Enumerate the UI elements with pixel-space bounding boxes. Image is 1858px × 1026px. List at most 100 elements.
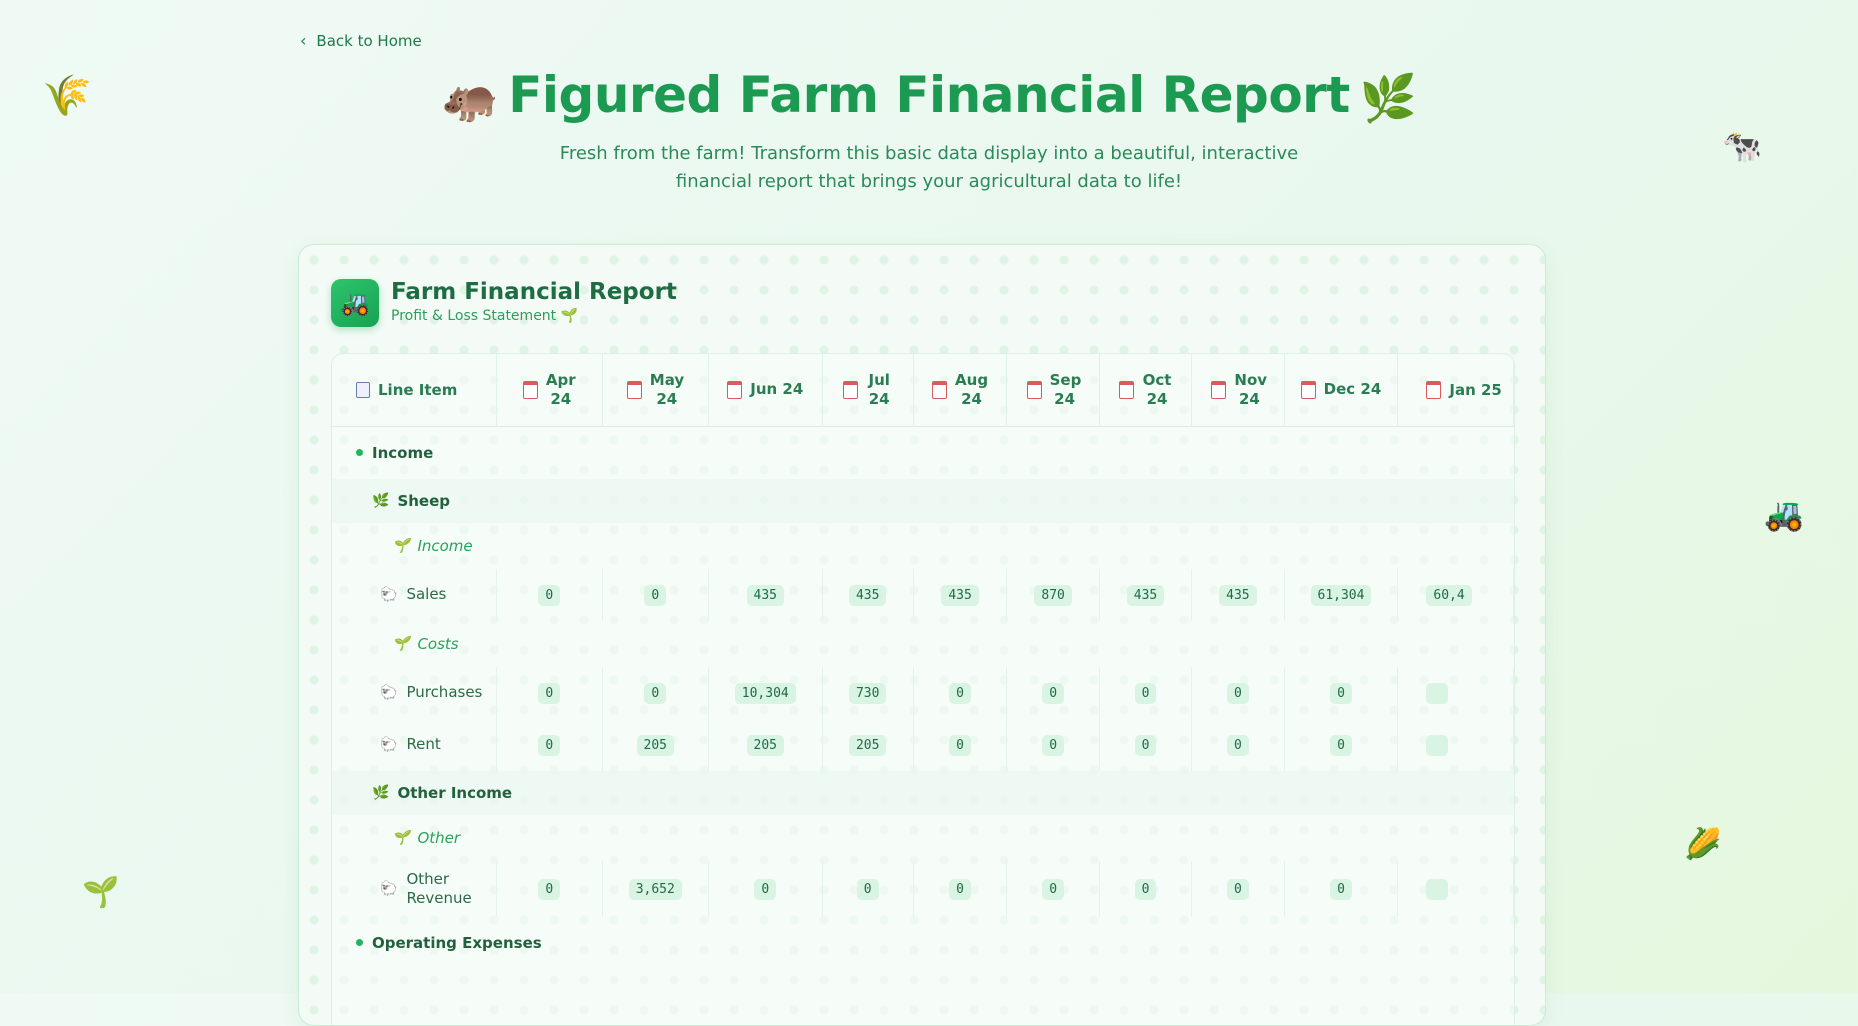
calendar-icon: [843, 380, 859, 399]
table-row[interactable]: 🐑 Sales 0 0 435 435 435 870 435 435 61,30…: [332, 568, 1514, 621]
header-month-label: Nov 24: [1234, 370, 1268, 408]
cell-value: 435: [848, 584, 887, 606]
header-month[interactable]: Oct 24: [1099, 354, 1193, 426]
seedling-icon: 🌱: [392, 829, 410, 846]
header-month[interactable]: Jun 24: [708, 354, 823, 426]
subcategory-label: Costs: [417, 634, 459, 653]
cell-value-clipped: [1426, 878, 1449, 900]
page-title-text: Figured Farm Financial Report: [508, 66, 1350, 124]
cell-value: 205: [636, 734, 674, 756]
header-row: Line Item Apr 24 May 24 Jun 24 Jul 24 Au…: [332, 354, 1514, 426]
cell-value: 0: [949, 878, 971, 900]
sheep-icon: 🐑: [380, 684, 398, 701]
row-label: Sales: [406, 585, 447, 603]
header-month[interactable]: Sep 24: [1006, 354, 1100, 426]
section-row: Operating Expenses: [332, 917, 1514, 969]
report-subtitle-text: Profit & Loss Statement: [391, 308, 557, 324]
subcategory-row: 🌱 Income: [332, 523, 1514, 569]
cell-value: 435: [1219, 584, 1257, 606]
cell-value: 0: [949, 682, 971, 704]
cell-value: 0: [538, 682, 561, 704]
header-month[interactable]: Jul 24: [822, 354, 914, 426]
header-month[interactable]: Apr 24: [496, 354, 603, 426]
cell-value: 0: [1330, 734, 1352, 756]
page-subtitle: Fresh from the farm! Transform this basi…: [0, 140, 1858, 196]
table-row[interactable]: 🐑 Rent 0 205 205 205 0 0 0 0 0: [332, 718, 1514, 771]
cell-value: 0: [1330, 682, 1352, 704]
calendar-icon: [1026, 380, 1042, 399]
cell-value: 205: [746, 734, 784, 756]
seedling-icon: 🌱: [392, 635, 410, 652]
back-to-home-label: Back to Home: [316, 31, 422, 50]
header-month-label: Jun 24: [750, 380, 804, 399]
sheep-icon: 🐑: [380, 586, 398, 603]
financial-table: Line Item Apr 24 May 24 Jun 24 Jul 24 Au…: [332, 354, 1514, 969]
cell-value: 0: [538, 584, 561, 606]
seedling-icon: 🌱: [82, 875, 120, 910]
category-label: Sheep: [397, 491, 451, 510]
category-label: Other Income: [397, 783, 513, 802]
cell-value: 0: [644, 682, 667, 704]
cell-value: 435: [746, 584, 784, 606]
subcategory-row: 🌱 Costs: [332, 621, 1514, 667]
header-month[interactable]: Aug 24: [913, 354, 1008, 426]
cell-value-clipped: [1426, 682, 1449, 704]
herb-icon: 🌿: [372, 492, 390, 509]
cell-value: 205: [848, 734, 887, 756]
cell-value: 0: [1226, 878, 1249, 900]
row-label: Rent: [406, 735, 441, 753]
section-row: Income: [332, 426, 1514, 479]
header-month-label: Apr 24: [545, 370, 576, 408]
header-line-item[interactable]: Line Item: [332, 354, 497, 426]
cell-value: 0: [1042, 682, 1065, 704]
cell-value: 435: [941, 584, 979, 606]
calendar-icon: [1119, 380, 1134, 399]
report-subtitle: Profit & Loss Statement 🌱: [391, 308, 677, 324]
seedling-icon: 🌱: [560, 308, 579, 324]
header-month-label: Dec 24: [1323, 380, 1382, 399]
clipboard-icon: [356, 381, 370, 398]
corn-icon: 🌽: [1684, 827, 1722, 862]
bullet-dot-icon: [356, 449, 363, 456]
calendar-icon: [931, 380, 947, 399]
cell-value: 0: [856, 878, 879, 900]
hippo-icon: 🦛: [441, 71, 499, 125]
cell-value: 60,4: [1426, 584, 1472, 606]
report-title: Farm Financial Report: [391, 279, 677, 305]
report-header: 🚜 Farm Financial Report Profit & Loss St…: [331, 279, 677, 327]
chevron-left-icon: ‹: [300, 31, 307, 50]
tractor-badge-icon: 🚜: [331, 279, 379, 327]
bullet-dot-icon: [356, 939, 363, 946]
cell-value: 0: [1226, 734, 1249, 756]
calendar-icon: [1426, 380, 1442, 399]
subcategory-label: Other: [417, 828, 461, 847]
cell-value: 0: [538, 734, 561, 756]
back-to-home-link[interactable]: ‹ Back to Home: [300, 31, 422, 50]
table-scroll-container[interactable]: Line Item Apr 24 May 24 Jun 24 Jul 24 Au…: [331, 353, 1515, 1025]
header-month-label: Oct 24: [1142, 370, 1172, 408]
category-row[interactable]: 🌿 Sheep: [332, 478, 1514, 523]
table-row[interactable]: 🐑 Other Revenue 0 3,652 0 0 0 0 0 0 0: [332, 860, 1514, 917]
tractor-icon: 🚜: [1764, 495, 1804, 533]
calendar-icon: [522, 380, 538, 399]
header-month[interactable]: Dec 24: [1284, 354, 1399, 426]
table-row[interactable]: 🐑 Purchases 0 0 10,304 730 0 0 0 0 0: [332, 666, 1514, 719]
cell-value: 61,304: [1310, 584, 1372, 606]
leaf-icon: 🌿: [1359, 71, 1417, 125]
subcategory-label: Income: [417, 536, 473, 555]
page-subtitle-line1: Fresh from the farm! Transform this basi…: [559, 143, 1299, 164]
header-month[interactable]: Nov 24: [1191, 354, 1285, 426]
cell-value: 0: [949, 734, 971, 756]
cell-value: 0: [1134, 734, 1157, 756]
seedling-icon: 🌱: [392, 537, 410, 554]
header-month[interactable]: May 24: [602, 354, 709, 426]
header-month[interactable]: Jan 25: [1397, 354, 1514, 426]
cell-value: 0: [1330, 878, 1352, 900]
calendar-icon: [1300, 380, 1316, 399]
category-row[interactable]: 🌿 Other Income: [332, 770, 1514, 815]
cell-value: 0: [1042, 734, 1065, 756]
herb-icon: 🌿: [372, 784, 390, 801]
cell-value: 10,304: [734, 682, 796, 704]
cell-value: 3,652: [628, 878, 682, 900]
cell-value: 0: [538, 878, 561, 900]
